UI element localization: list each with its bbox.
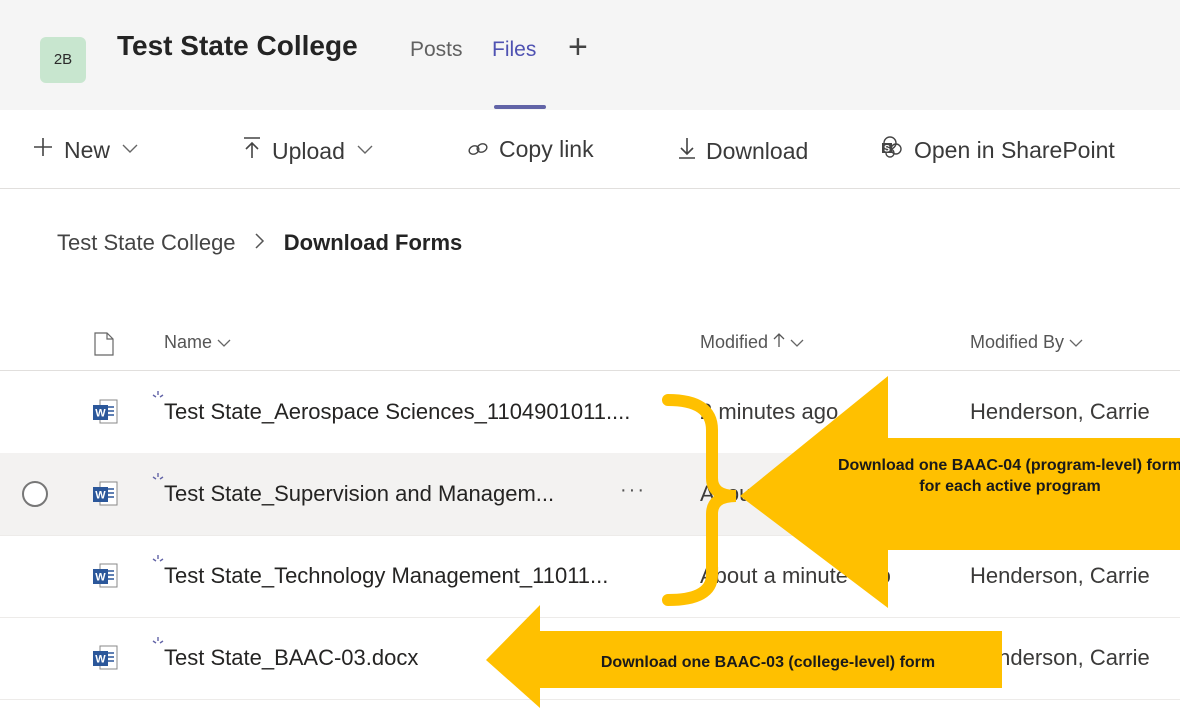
file-name[interactable]: Test State_Supervision and Managem... <box>164 481 554 507</box>
svg-text:S: S <box>884 144 890 154</box>
new-file-indicator-icon <box>151 553 165 565</box>
new-file-indicator-icon <box>151 635 165 647</box>
chevron-down-icon <box>122 141 138 159</box>
link-icon <box>467 136 489 163</box>
upload-icon <box>242 136 262 166</box>
svg-text:W: W <box>95 490 106 502</box>
channel-header: 2B Test State College Posts Files + <box>0 0 1180 111</box>
new-button[interactable]: New <box>32 136 138 164</box>
new-file-indicator-icon <box>151 471 165 483</box>
word-doc-icon: W <box>91 398 119 426</box>
tab-posts[interactable]: Posts <box>410 38 463 62</box>
new-label: New <box>64 136 111 163</box>
column-modified-by-label: Modified By <box>970 332 1065 352</box>
column-modified[interactable]: Modified <box>700 332 804 353</box>
svg-text:W: W <box>95 408 106 420</box>
file-row[interactable]: W Test State_Aerospace Sciences_11049010… <box>0 371 1180 454</box>
row-select-radio[interactable] <box>22 481 48 507</box>
new-file-indicator-icon <box>151 389 165 401</box>
breadcrumb-root[interactable]: Test State College <box>57 230 236 255</box>
callout-program-level: Download one BAAC-04 (program-level) for… <box>837 457 1180 495</box>
sort-up-arrow-icon <box>773 332 785 352</box>
files-toolbar: New Upload Copy link Download S Open in … <box>0 110 1180 189</box>
column-name-label: Name <box>164 332 213 352</box>
callout-college-level: Download one BAAC-03 (college-level) for… <box>600 654 936 671</box>
column-modified-label: Modified <box>700 332 769 352</box>
plus-icon <box>32 136 54 164</box>
team-avatar[interactable]: 2B <box>40 37 86 83</box>
breadcrumb-current: Download Forms <box>283 230 463 255</box>
svg-text:W: W <box>95 572 106 584</box>
breadcrumb: Test State College Download Forms <box>57 230 462 256</box>
chevron-down-icon <box>790 332 804 352</box>
word-doc-icon: W <box>91 480 119 508</box>
column-modified-by[interactable]: Modified By <box>970 332 1083 353</box>
svg-text:W: W <box>95 654 106 666</box>
download-button[interactable]: Download <box>678 136 808 166</box>
open-in-sharepoint-button[interactable]: S Open in SharePoint <box>880 136 1115 164</box>
open-in-sharepoint-label: Open in SharePoint <box>914 136 1115 163</box>
sharepoint-icon: S <box>880 136 904 164</box>
team-name[interactable]: Test State College <box>117 30 358 62</box>
file-name[interactable]: Test State_Aerospace Sciences_1104901011… <box>164 399 630 425</box>
active-tab-indicator <box>494 105 546 109</box>
word-doc-icon: W <box>91 644 119 672</box>
chevron-right-icon <box>254 230 272 255</box>
column-name[interactable]: Name <box>164 332 231 353</box>
file-modified: 2 minutes ago <box>700 399 839 424</box>
column-header-row: Name Modified Modified By <box>0 310 1180 371</box>
upload-button[interactable]: Upload <box>242 136 373 166</box>
add-tab-button[interactable]: + <box>568 28 588 67</box>
file-name[interactable]: Test State_Technology Management_11011..… <box>164 563 608 589</box>
copy-link-label: Copy link <box>499 136 594 162</box>
chevron-down-icon <box>217 332 231 352</box>
chevron-down-icon <box>1069 332 1083 352</box>
file-modified-by: Henderson, Carrie <box>970 563 1150 588</box>
download-label: Download <box>706 137 809 164</box>
file-type-icon[interactable] <box>94 332 114 356</box>
more-options-icon[interactable]: ··· <box>620 479 646 502</box>
file-row[interactable]: W Test State_Technology Management_11011… <box>0 535 1180 618</box>
file-name[interactable]: Test State_BAAC-03.docx <box>164 645 418 671</box>
file-modified-by: Henderson, Carrie <box>970 645 1150 670</box>
word-doc-icon: W <box>91 562 119 590</box>
tab-files[interactable]: Files <box>492 38 536 62</box>
file-modified-by: Henderson, Carrie <box>970 399 1150 424</box>
upload-label: Upload <box>272 137 345 164</box>
download-icon <box>678 136 696 166</box>
file-modified: About a minute ago <box>700 563 891 588</box>
copy-link-button[interactable]: Copy link <box>467 136 594 163</box>
chevron-down-icon <box>357 142 373 160</box>
